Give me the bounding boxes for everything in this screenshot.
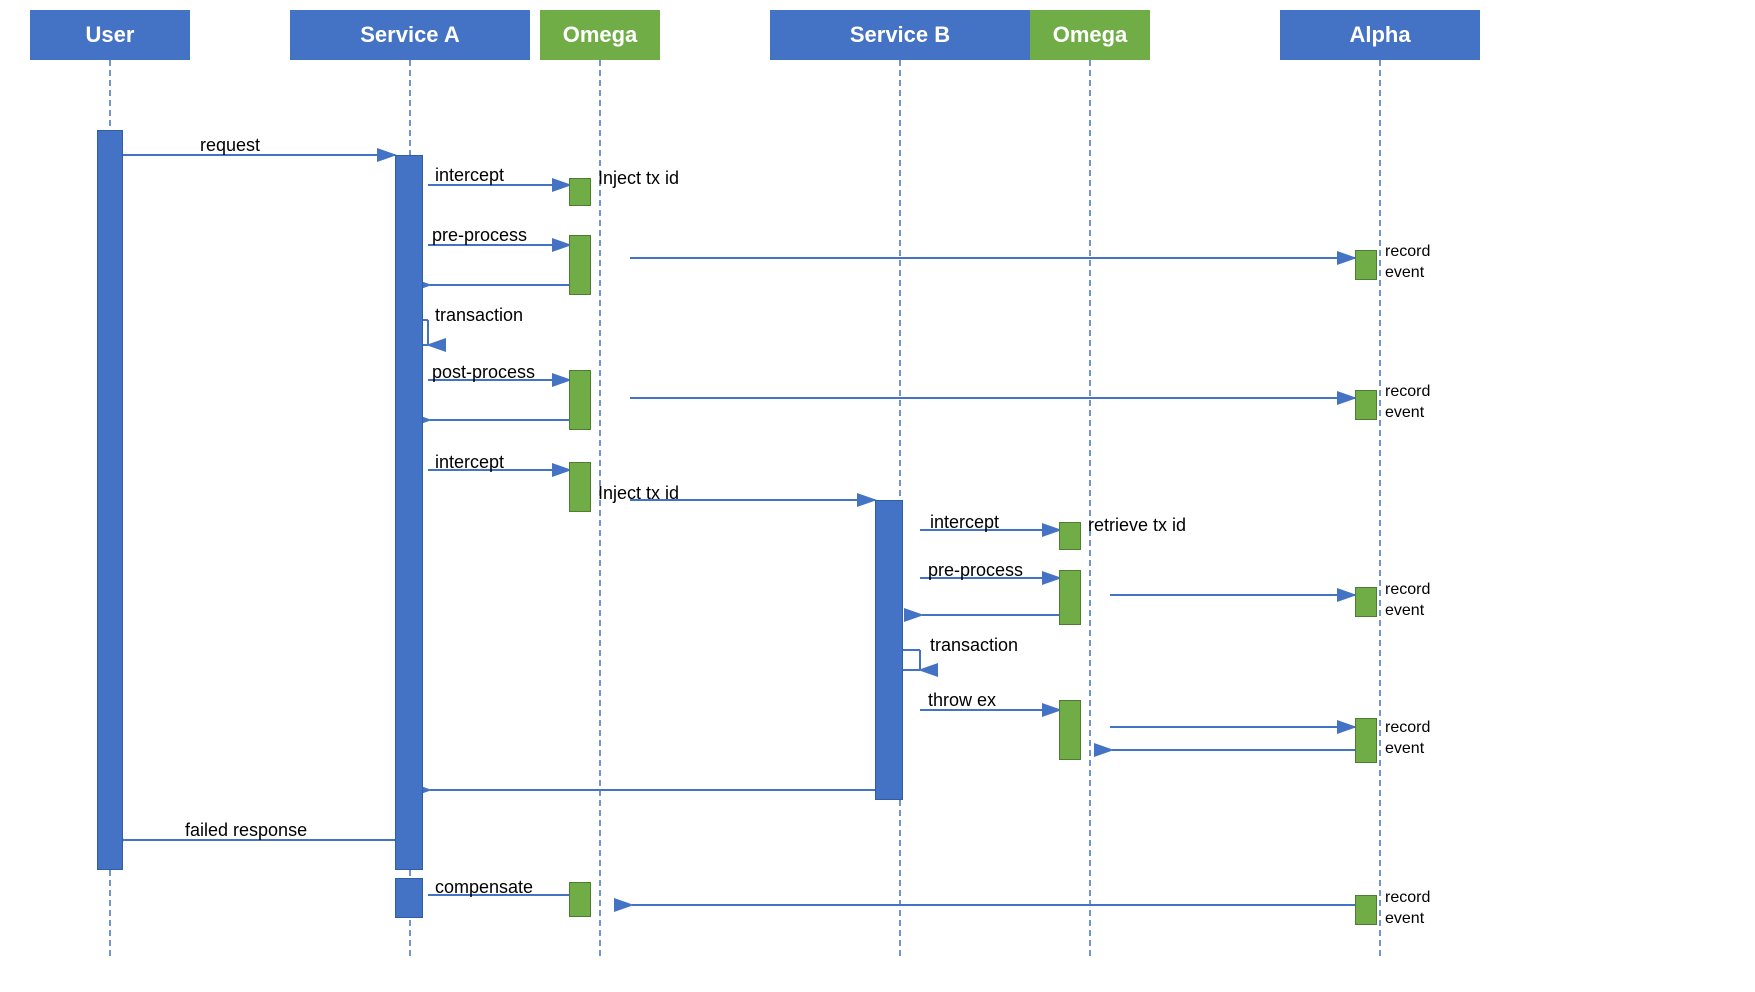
label-post-process: post-process xyxy=(432,362,535,383)
label-intercept-b: intercept xyxy=(930,512,999,533)
label-retrieve-tx-id: retrieve tx id xyxy=(1088,515,1186,536)
actor-user: User xyxy=(30,10,190,60)
activation-alpha-record2 xyxy=(1355,390,1377,420)
actor-alpha: Alpha xyxy=(1280,10,1480,60)
label-record-event-4: recordevent xyxy=(1385,718,1430,760)
actor-service-a-label: Service A xyxy=(360,22,459,48)
activation-alpha-record4 xyxy=(1355,718,1377,763)
actor-user-label: User xyxy=(86,22,135,48)
activation-omega-a-preprocess xyxy=(569,235,591,295)
label-intercept2: intercept xyxy=(435,452,504,473)
label-pre-process-b: pre-process xyxy=(928,560,1023,581)
actor-omega-b-label: Omega xyxy=(1053,22,1128,48)
label-pre-process1: pre-process xyxy=(432,225,527,246)
label-record-event-5: recordevent xyxy=(1385,888,1430,930)
label-record-event-2: recordevent xyxy=(1385,382,1430,424)
label-record-event-3: recordevent xyxy=(1385,580,1430,622)
activation-omega-a-intercept1 xyxy=(569,178,591,206)
activation-user xyxy=(97,130,123,870)
activation-service-a-compensate xyxy=(395,878,423,918)
activation-omega-b-preprocess xyxy=(1059,570,1081,625)
label-failed-response: failed response xyxy=(185,820,307,841)
actor-service-b-label: Service B xyxy=(850,22,950,48)
actor-service-a: Service A xyxy=(290,10,530,60)
activation-service-a xyxy=(395,155,423,870)
activation-omega-a-intercept2 xyxy=(569,462,591,512)
activation-service-b xyxy=(875,500,903,800)
label-intercept1: intercept xyxy=(435,165,504,186)
label-throw-ex: throw ex xyxy=(928,690,996,711)
label-transaction-b: transaction xyxy=(930,635,1018,656)
actor-omega-a-label: Omega xyxy=(563,22,638,48)
activation-alpha-record1 xyxy=(1355,250,1377,280)
label-compensate: compensate xyxy=(435,877,533,898)
activation-omega-b-intercept xyxy=(1059,522,1081,550)
activation-omega-a-compensate xyxy=(569,882,591,917)
label-transaction1: transaction xyxy=(435,305,523,326)
actor-omega-b: Omega xyxy=(1030,10,1150,60)
label-inject-tx-id-2: Inject tx id xyxy=(598,483,679,504)
activation-omega-b-throwex xyxy=(1059,700,1081,760)
actor-alpha-label: Alpha xyxy=(1349,22,1410,48)
activation-omega-a-postprocess xyxy=(569,370,591,430)
sequence-diagram: User Service A Omega Service B Omega Alp… xyxy=(0,0,1755,992)
activation-alpha-record3 xyxy=(1355,587,1377,617)
actor-service-b: Service B xyxy=(770,10,1030,60)
label-request: request xyxy=(200,135,260,156)
activation-alpha-compensate xyxy=(1355,895,1377,925)
label-record-event-1: recordevent xyxy=(1385,242,1430,284)
label-inject-tx-id-1: Inject tx id xyxy=(598,168,679,189)
actor-omega-a: Omega xyxy=(540,10,660,60)
